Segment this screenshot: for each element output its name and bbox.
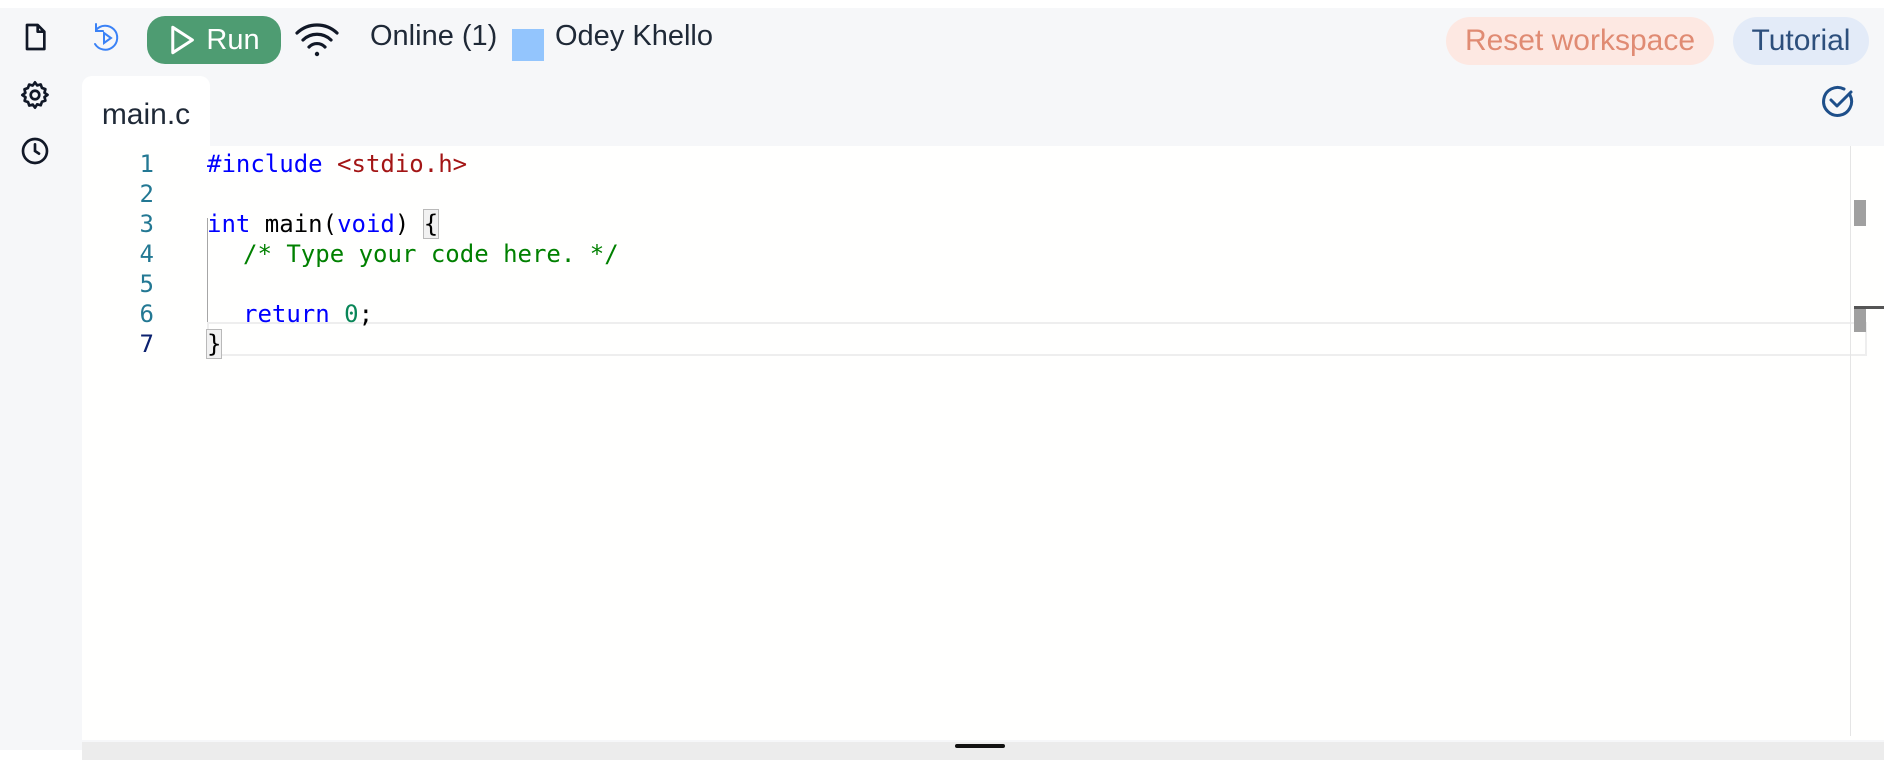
- left-rail: [0, 8, 82, 750]
- check-circle-icon: [1822, 85, 1854, 117]
- tutorial-button[interactable]: Tutorial: [1733, 17, 1869, 65]
- user-name: Odey Khello: [555, 20, 713, 52]
- include-directive: #include: [207, 150, 323, 178]
- int-keyword: int: [207, 210, 251, 238]
- line-number-active: 7: [139, 330, 154, 358]
- return-value: 0: [344, 300, 359, 328]
- open-brace: {: [422, 209, 440, 239]
- clock-icon[interactable]: [18, 134, 52, 168]
- file-icon[interactable]: [18, 20, 52, 54]
- run-button-label: Run: [206, 23, 260, 56]
- tab-main-c[interactable]: main.c: [82, 76, 210, 154]
- code-line-4[interactable]: /* Type your code here. */: [243, 236, 619, 272]
- app-window: Run Online (1) Odey Khello Reset workspa…: [0, 8, 1884, 760]
- close-brace: }: [205, 329, 223, 359]
- semicolon: ;: [358, 300, 374, 328]
- main-name: main(: [250, 210, 338, 238]
- include-header: <stdio.h>: [337, 150, 468, 178]
- code-line-6[interactable]: return 0;: [243, 296, 373, 332]
- online-status: Online (1): [370, 20, 498, 52]
- code-editor[interactable]: 1 2 3 4 5 6 7 #include <stdio.h> int mai…: [82, 146, 1884, 740]
- reset-workspace-button[interactable]: Reset workspace: [1446, 17, 1714, 65]
- line-number-gutter: 1 2 3 4 5 6 7: [82, 146, 182, 740]
- run-button[interactable]: Run: [147, 16, 281, 64]
- gear-icon[interactable]: [18, 78, 52, 112]
- current-line-highlight: [207, 322, 1867, 356]
- play-icon: [171, 25, 195, 55]
- user-color-swatch: [512, 29, 544, 61]
- wifi-icon: [295, 23, 339, 57]
- code-comment: /* Type your code here. */: [243, 240, 619, 268]
- code-line-1[interactable]: #include <stdio.h>: [207, 146, 467, 182]
- restore-icon: [94, 23, 119, 51]
- ruler-marker: [1854, 200, 1866, 226]
- check-button[interactable]: [1820, 83, 1856, 119]
- ruler-cursor-line: [1854, 306, 1884, 309]
- void-keyword: void: [337, 210, 395, 238]
- overview-ruler: [1850, 146, 1851, 736]
- ruler-marker: [1854, 306, 1866, 332]
- top-toolbar: Run Online (1) Odey Khello Reset workspa…: [82, 8, 1884, 76]
- history-button[interactable]: [88, 20, 124, 56]
- return-keyword: return: [243, 300, 330, 328]
- main-close: ): [394, 210, 424, 238]
- code-line-7[interactable]: }: [205, 326, 223, 362]
- resize-handle[interactable]: [955, 744, 1005, 748]
